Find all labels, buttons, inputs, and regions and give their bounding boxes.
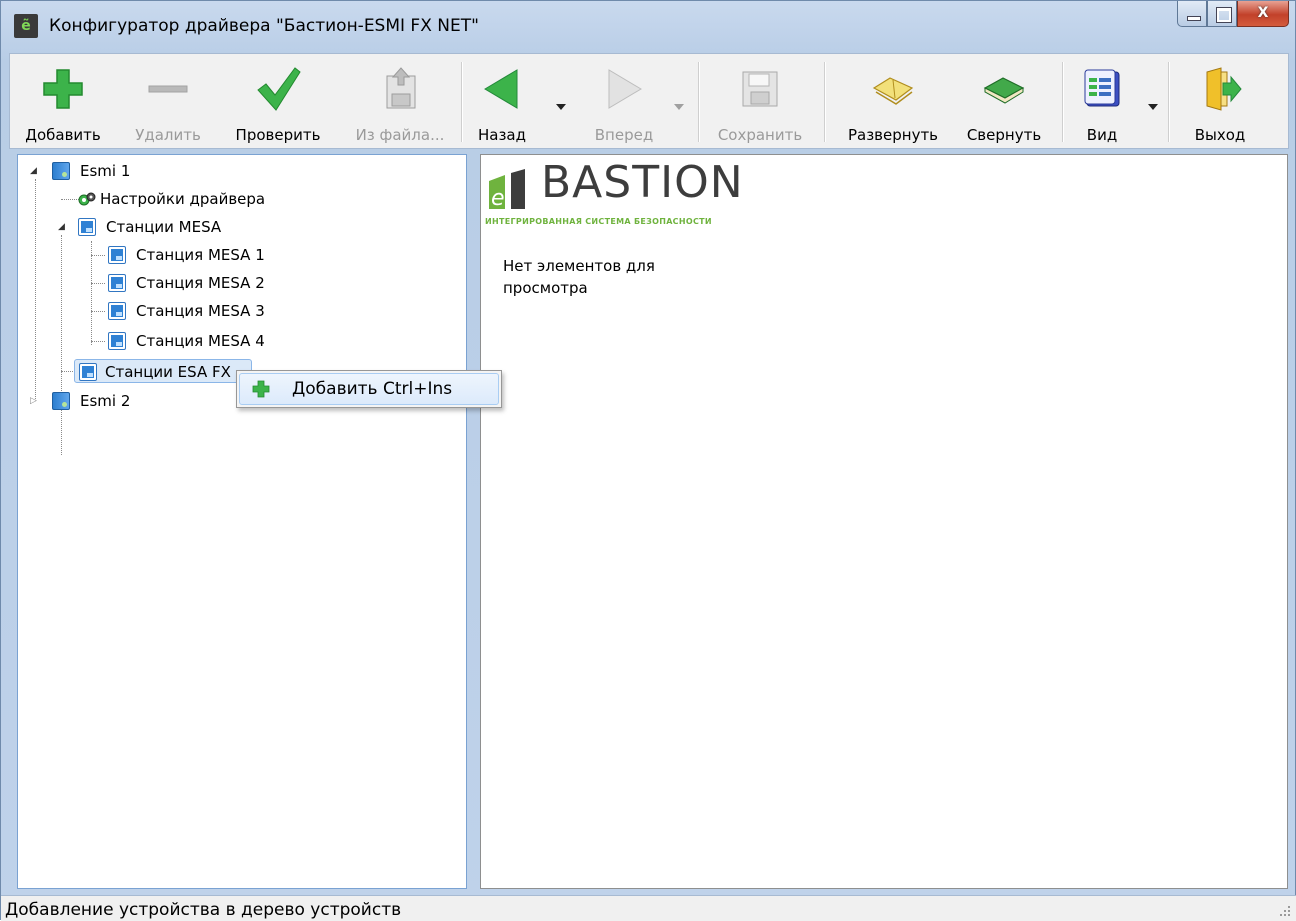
view-button[interactable]: Вид [1072, 60, 1132, 144]
plus-icon [252, 380, 270, 398]
logo-mark-icon: e [489, 169, 525, 211]
back-label: Назад [477, 126, 526, 144]
save-label: Сохранить [717, 126, 803, 144]
open-book-icon [872, 77, 914, 105]
closed-book-icon [983, 77, 1025, 104]
tree-node-label: Станция MESA 1 [136, 246, 265, 264]
station-icon [108, 274, 126, 292]
exit-button[interactable]: Выход [1178, 60, 1262, 144]
station-icon [108, 302, 126, 320]
content-panel: e BASTION ИНТЕГРИРОВАННАЯ СИСТЕМА БЕЗОПА… [480, 154, 1288, 889]
maximize-button[interactable] [1207, 1, 1237, 27]
forward-dropdown-icon[interactable] [674, 104, 684, 110]
exit-label: Выход [1194, 126, 1246, 144]
tree-node-label: Станции ESA FX [105, 363, 231, 381]
context-menu: Добавить Ctrl+Ins [236, 370, 502, 408]
caption-buttons: X [1177, 1, 1289, 27]
back-dropdown-icon[interactable] [556, 104, 566, 110]
server-icon [52, 392, 70, 410]
minimize-button[interactable] [1177, 1, 1207, 27]
close-button[interactable]: X [1237, 1, 1289, 27]
tree-node-esmi-1[interactable]: ◢ Esmi 1 [18, 159, 458, 183]
floppy-save-icon [742, 71, 778, 107]
app-icon[interactable]: ẽ [14, 14, 38, 38]
station-group-icon [78, 218, 96, 236]
minus-icon [148, 85, 188, 93]
station-icon [108, 332, 126, 350]
toolbar-separator [461, 62, 463, 142]
expand-label: Развернуть [847, 126, 939, 144]
toolbar-separator [1168, 62, 1170, 142]
device-tree[interactable]: ◢ Esmi 1 Настройки драйвера ◢ Станции ME… [17, 154, 467, 889]
bastion-logo: e BASTION ИНТЕГРИРОВАННАЯ СИСТЕМА БЕЗОПА… [485, 157, 785, 231]
save-button[interactable]: Сохранить [706, 60, 814, 144]
forward-arrow-icon [608, 69, 642, 109]
logo-text: BASTION [541, 157, 744, 208]
window-title: Конфигуратор драйвера "Бастион-ESMI FX N… [49, 16, 479, 36]
title-bar[interactable]: ẽ Конфигуратор драйвера "Бастион-ESMI FX… [1, 1, 1296, 49]
close-icon: X [1257, 5, 1269, 21]
resize-grip-icon[interactable] [1279, 905, 1291, 917]
checkmark-icon [257, 67, 301, 111]
tree-node-mesa-3[interactable]: Станция MESA 3 [18, 299, 458, 323]
tree-node-mesa-4[interactable]: Станция MESA 4 [18, 329, 458, 353]
expanded-icon[interactable]: ◢ [30, 167, 38, 176]
toolbar-separator [698, 62, 700, 142]
collapsed-icon[interactable]: ▷ [30, 397, 38, 406]
tree-node-label: Станция MESA 3 [136, 302, 265, 320]
check-button[interactable]: Проверить [222, 60, 334, 144]
from-file-label: Из файла... [355, 126, 445, 144]
maximize-icon [1217, 8, 1231, 22]
tree-node-label: Станции MESA [106, 218, 222, 236]
back-arrow-icon [484, 69, 518, 109]
view-label: Вид [1086, 126, 1118, 144]
floppy-import-icon [386, 67, 416, 109]
tree-node-label: Станция MESA 2 [136, 274, 265, 292]
status-bar: Добавление устройства в дерево устройств [1, 895, 1296, 921]
status-text: Добавление устройства в дерево устройств [5, 900, 402, 920]
gears-icon [78, 192, 96, 206]
tree-node-mesa-stations[interactable]: ◢ Станции MESA [18, 215, 458, 239]
exit-door-icon [1206, 67, 1242, 111]
toolbar-separator [824, 62, 826, 142]
app-window: ẽ Конфигуратор драйвера "Бастион-ESMI FX… [0, 0, 1296, 921]
remove-label: Удалить [135, 126, 201, 144]
collapse-label: Свернуть [966, 126, 1042, 144]
tree-node-mesa-1[interactable]: Станция MESA 1 [18, 243, 458, 267]
expand-button[interactable]: Развернуть [834, 60, 952, 144]
collapse-button[interactable]: Свернуть [954, 60, 1054, 144]
from-file-button[interactable]: Из файла... [343, 60, 457, 144]
toolbar: Добавить Удалить Проверить Из файла... Н… [9, 53, 1289, 149]
toolbar-separator [1062, 62, 1064, 142]
logo-subtitle: ИНТЕГРИРОВАННАЯ СИСТЕМА БЕЗОПАСНОСТИ [485, 217, 712, 226]
add-button[interactable]: Добавить [10, 60, 116, 144]
tree-line [61, 371, 75, 372]
menu-item-label: Добавить Ctrl+Ins [292, 379, 453, 399]
station-icon [108, 246, 126, 264]
plus-icon [43, 69, 83, 109]
tree-node-driver-settings[interactable]: Настройки драйвера [18, 187, 458, 211]
expanded-icon[interactable]: ◢ [58, 223, 66, 232]
forward-button[interactable]: Вперед [582, 60, 666, 144]
empty-message: Нет элементов для просмотра [503, 257, 655, 297]
tree-node-label: Настройки драйвера [100, 190, 266, 208]
station-group-icon [79, 363, 97, 381]
tree-node-label: Станция MESA 4 [136, 332, 265, 350]
tree-node-mesa-2[interactable]: Станция MESA 2 [18, 271, 458, 295]
menu-item-add[interactable]: Добавить Ctrl+Ins [239, 373, 499, 405]
tree-node-label: Esmi 1 [80, 162, 131, 180]
tree-node-label: Esmi 2 [80, 392, 131, 410]
view-list-icon [1084, 69, 1120, 107]
svg-text:e: e [491, 186, 505, 211]
view-dropdown-icon[interactable] [1148, 104, 1158, 110]
add-label: Добавить [25, 126, 101, 144]
forward-label: Вперед [594, 126, 654, 144]
check-label: Проверить [235, 126, 321, 144]
server-icon [52, 162, 70, 180]
remove-button[interactable]: Удалить [122, 60, 214, 144]
minimize-icon [1187, 16, 1201, 21]
tree-node-esa-fx-stations[interactable]: Станции ESA FX [74, 359, 252, 383]
back-button[interactable]: Назад [472, 60, 532, 144]
